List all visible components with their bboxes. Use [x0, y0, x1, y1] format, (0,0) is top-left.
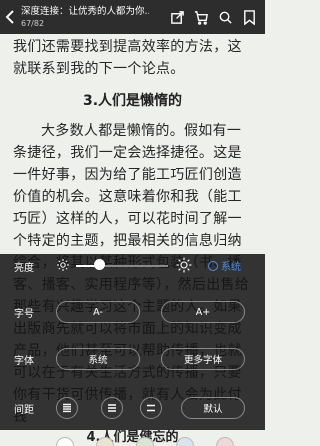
- system-font-button[interactable]: 系统: [56, 348, 140, 370]
- spacing-compact-button[interactable]: [56, 397, 78, 419]
- font-label: 字体: [14, 355, 34, 367]
- spacing-default-button[interactable]: 默认: [181, 397, 245, 419]
- theme-dot[interactable]: [176, 437, 194, 446]
- theme-color-picker: [0, 437, 265, 446]
- paragraph: 我们还需要找到提高效率的方法，这就联系到我的下一个论点。: [13, 39, 242, 77]
- font-size-increase-button[interactable]: A+: [161, 301, 245, 323]
- chevron-left-icon[interactable]: [2, 0, 20, 34]
- book-title-box: 深度连接：让优秀的人都为你... 67/82: [20, 5, 165, 29]
- font-size-label: 字号: [14, 308, 34, 320]
- cart-icon[interactable]: [189, 5, 213, 29]
- system-brightness-toggle[interactable]: 系统: [208, 258, 241, 273]
- spacing-loose-icon: [147, 404, 155, 412]
- search-icon[interactable]: [213, 5, 237, 29]
- more-fonts-button[interactable]: 更多字体: [161, 348, 245, 370]
- theme-dot[interactable]: [136, 437, 154, 446]
- brightness-slider-handle[interactable]: [93, 259, 105, 270]
- sun-small-icon: [57, 259, 69, 271]
- theme-dot[interactable]: [56, 437, 74, 446]
- brightness-slider[interactable]: [76, 265, 168, 267]
- spacing-row: 间距 默认: [0, 396, 265, 420]
- bookmark-icon[interactable]: [237, 5, 261, 29]
- spacing-medium-icon: [108, 404, 116, 412]
- spacing-loose-button[interactable]: [140, 397, 162, 419]
- brightness-row: 亮度 系统: [0, 254, 265, 278]
- sun-large-icon: [176, 257, 192, 273]
- font-row: 字体 系统 更多字体: [0, 347, 265, 371]
- reading-settings-panel: 亮度 系统 字号 A- A+ 字体 系统 更多字体 间距 默认: [0, 254, 265, 430]
- top-actions: [165, 5, 261, 29]
- spacing-label: 间距: [14, 404, 34, 416]
- spacing-medium-button[interactable]: [101, 397, 123, 419]
- top-bar: 深度连接：让优秀的人都为你... 67/82: [0, 0, 265, 34]
- brightness-label: 亮度: [14, 262, 34, 274]
- radio-icon: [208, 260, 218, 271]
- section-heading: 3.人们是懒惰的: [82, 93, 183, 109]
- book-title: 深度连接：让优秀的人都为你...: [21, 6, 149, 17]
- font-size-decrease-button[interactable]: A-: [56, 301, 140, 323]
- theme-dot[interactable]: [216, 437, 234, 446]
- theme-dot[interactable]: [96, 437, 114, 446]
- share-icon[interactable]: [165, 5, 189, 29]
- page-progress: 67/82: [21, 19, 45, 28]
- font-size-row: 字号 A- A+: [0, 300, 265, 324]
- system-brightness-label: 系统: [221, 262, 241, 273]
- spacing-compact-icon: [63, 403, 71, 413]
